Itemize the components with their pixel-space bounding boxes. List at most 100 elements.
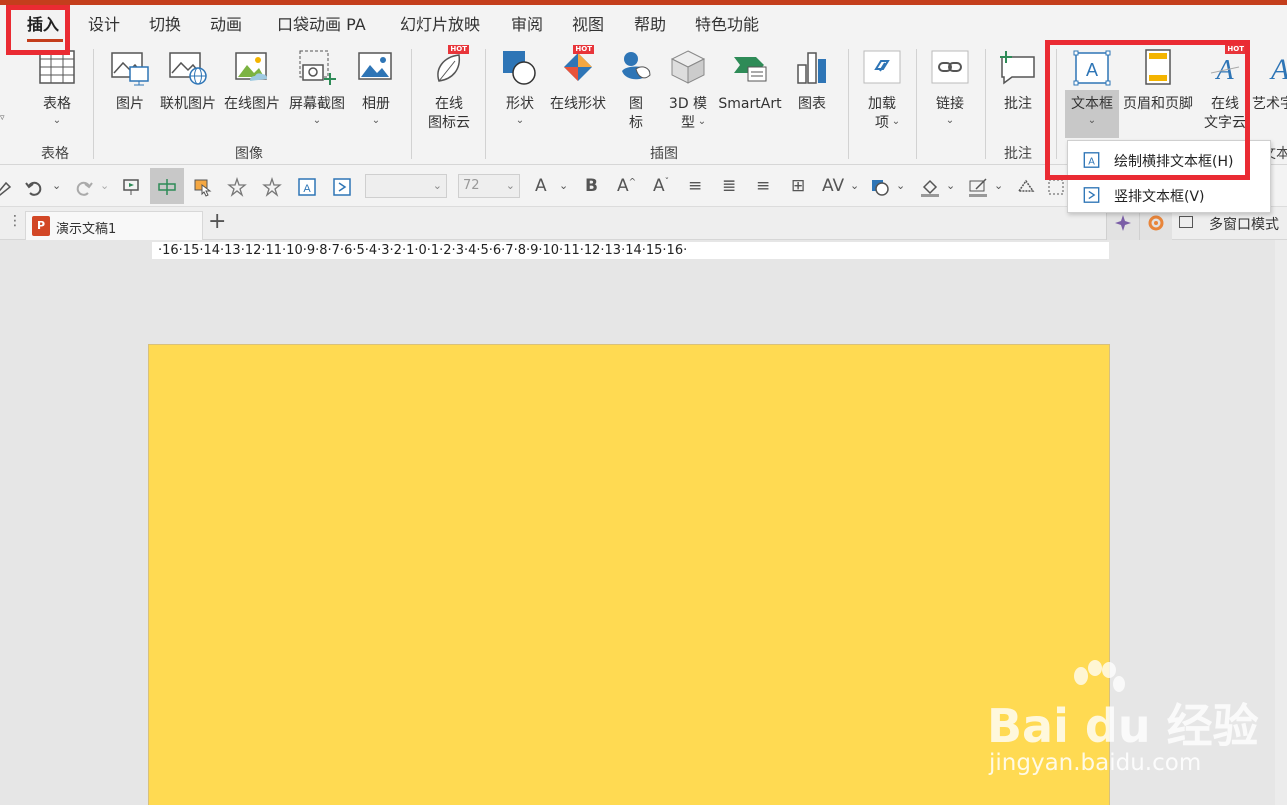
ribbon-tabs: 插入 设计 切换 动画 口袋动画 PA 幻灯片放映 审阅 视图 帮助 特色功能 — [0, 5, 1287, 43]
tab-help[interactable]: 帮助 — [634, 11, 666, 35]
multi-window-button[interactable]: 多窗口模式 — [1209, 214, 1279, 234]
picture-icon — [111, 52, 149, 86]
album-icon — [358, 52, 392, 80]
3d-model-label-line1: 3D 模 — [668, 96, 708, 112]
textbox-button[interactable]: A 文本框 ⌄ — [1065, 47, 1119, 139]
powerpoint-window: 插入 设计 切换 动画 口袋动画 PA 幻灯片放映 审阅 视图 帮助 特色功能 … — [0, 0, 1287, 805]
shape-fill-icon[interactable] — [870, 177, 890, 197]
tab-animations[interactable]: 动画 — [210, 11, 242, 35]
active-tab-underline — [27, 39, 63, 42]
select-objects-icon[interactable] — [192, 177, 212, 197]
table-icon — [39, 50, 75, 84]
group-label-illustrations: 插图 — [650, 146, 678, 162]
star-outline-icon[interactable] — [262, 176, 282, 197]
addins-label-line1: 加载 — [868, 96, 896, 112]
group-label-images: 图像 — [235, 146, 263, 162]
album-label: 相册 — [362, 96, 390, 112]
increase-font-icon[interactable]: A^ — [617, 176, 636, 196]
tab-transitions[interactable]: 切换 — [149, 11, 181, 35]
comment-label: 批注 — [1004, 96, 1032, 112]
vertical-scrollbar[interactable] — [1275, 240, 1287, 805]
online-shapes-label: 在线形状 — [550, 96, 606, 112]
horizontal-textbox-icon[interactable]: A — [297, 177, 317, 197]
document-tab[interactable]: P 演示文稿1 — [25, 211, 203, 240]
more-options-icon[interactable]: ⋮ — [8, 213, 22, 229]
tab-view[interactable]: 视图 — [572, 11, 604, 35]
chevron-down-icon: ⌄ — [505, 179, 515, 192]
star-icon[interactable] — [227, 176, 247, 197]
hot-badge: HOT — [1225, 45, 1246, 54]
shape-effects-icon[interactable] — [1016, 177, 1036, 197]
format-painter-icon[interactable] — [0, 177, 14, 197]
multi-window-icon — [1179, 216, 1193, 228]
group-separator — [916, 49, 917, 159]
tab-slideshow[interactable]: 幻灯片放映 — [400, 11, 480, 35]
tab-insert[interactable]: 插入 — [27, 11, 59, 35]
comment-icon — [1000, 51, 1035, 85]
menu-item-vertical-textbox[interactable]: 竖排文本框(V) — [1068, 178, 1270, 212]
document-tab-name: 演示文稿1 — [56, 222, 117, 237]
decrease-font-icon[interactable]: Aˇ — [653, 176, 669, 196]
link-label: 链接 — [936, 96, 964, 112]
font-color-icon[interactable]: A — [535, 176, 547, 196]
tab-special-features[interactable]: 特色功能 — [695, 11, 759, 35]
svg-text:A: A — [1269, 53, 1287, 86]
outline-pen-icon[interactable] — [968, 177, 988, 197]
font-size-combo[interactable]: 72 ⌄ — [458, 174, 520, 198]
addins-icon — [863, 50, 901, 84]
chevron-down-icon[interactable]: ⌄ — [946, 179, 955, 192]
chevron-down-icon[interactable]: ⌄ — [896, 179, 905, 192]
slide-canvas[interactable] — [148, 344, 1110, 805]
picture-label: 图片 — [116, 96, 144, 112]
smartart-icon — [734, 57, 767, 82]
web-picture-icon — [235, 52, 267, 81]
font-name-combo[interactable]: ⌄ — [365, 174, 447, 198]
tab-pocket-animation[interactable]: 口袋动画 PA — [277, 11, 366, 35]
chart-label: 图表 — [798, 96, 826, 112]
align-left-icon[interactable]: ≡ — [756, 176, 770, 196]
distribute-icon[interactable]: ⊞ — [791, 176, 805, 196]
horizontal-textbox-icon: A — [1083, 152, 1100, 168]
undo-dropdown-icon[interactable]: ⌄ — [52, 179, 61, 192]
presentation-icon[interactable] — [121, 177, 141, 197]
redo-dropdown-icon[interactable]: ⌄ — [100, 179, 109, 192]
font-size-value: 72 — [463, 178, 480, 193]
justify-icon[interactable]: ≣ — [722, 176, 736, 196]
chevron-down-icon[interactable]: ⌄ — [850, 179, 859, 192]
tab-design[interactable]: 设计 — [88, 11, 120, 35]
align-center-tool-icon[interactable] — [157, 177, 177, 197]
ribbon-scroll-left-icon[interactable]: ▿ — [0, 113, 5, 123]
hot-badge: HOT — [448, 45, 469, 54]
char-spacing-icon[interactable]: AV — [822, 176, 844, 196]
icons-label-line1: 图 — [629, 96, 643, 112]
horizontal-ruler: ·16·15·14·13·12·11·10·9·8·7·6·5·4·3·2·1·… — [152, 242, 1109, 259]
chevron-down-icon[interactable]: ⌄ — [994, 179, 1003, 192]
hot-badge: HOT — [573, 45, 594, 54]
tab-review[interactable]: 审阅 — [511, 11, 543, 35]
menu-item-horizontal-label: 绘制横排文本框(H) — [1114, 154, 1234, 170]
vertical-textbox-icon[interactable] — [332, 177, 352, 197]
table-label: 表格 — [43, 96, 71, 112]
textbox-icon: A — [1073, 50, 1111, 86]
chevron-down-icon[interactable]: ⌄ — [559, 179, 568, 192]
chevron-down-icon: ⌄ — [52, 115, 62, 126]
group-separator — [485, 49, 486, 159]
fill-bucket-icon[interactable] — [920, 177, 940, 197]
menu-item-horizontal-textbox[interactable]: A 绘制横排文本框(H) — [1068, 143, 1270, 177]
shapes-icon — [503, 51, 536, 85]
group-objects-icon[interactable] — [1046, 177, 1066, 197]
bold-icon[interactable]: B — [585, 176, 598, 196]
icons-label-line2: 标 — [629, 115, 643, 131]
link-icon — [931, 50, 969, 84]
new-tab-button[interactable]: + — [208, 209, 226, 234]
redo-icon[interactable] — [74, 177, 94, 197]
chevron-down-icon: ⌄ — [697, 116, 707, 127]
smartart-label: SmartArt — [718, 96, 782, 112]
group-label-table: 表格 — [41, 146, 69, 162]
menu-item-vertical-label: 竖排文本框(V) — [1114, 189, 1205, 205]
wordart-label: 艺术字 — [1252, 96, 1287, 112]
chevron-down-icon: ⌄ — [515, 115, 525, 126]
cube-icon — [670, 50, 706, 84]
align-center-icon[interactable]: ≡ — [688, 176, 702, 196]
undo-icon[interactable] — [24, 177, 44, 197]
